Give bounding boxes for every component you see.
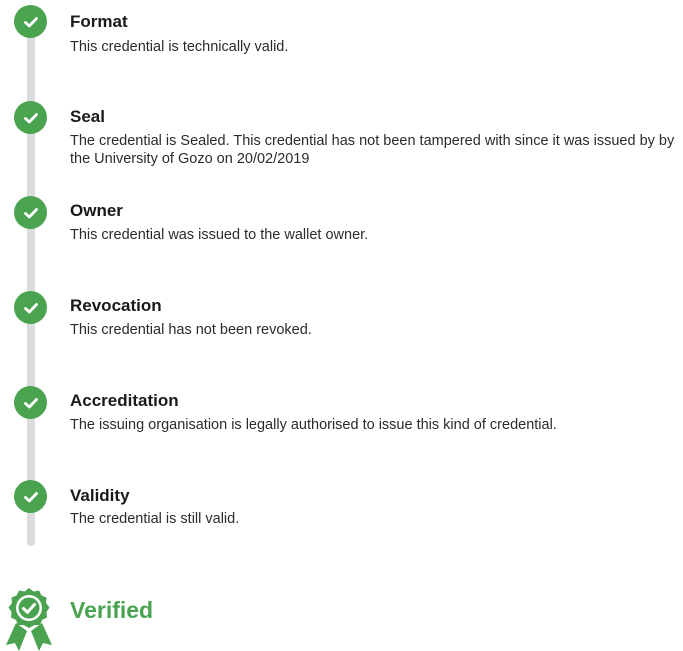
check-title: Owner — [70, 201, 123, 220]
check-description: This credential was issued to the wallet… — [70, 227, 369, 243]
check-circle-icon — [14, 291, 47, 324]
check-description: This credential has not been revoked. — [70, 322, 312, 338]
check-title: Seal — [70, 107, 105, 126]
check-description: The credential is Sealed. This credentia… — [70, 133, 675, 167]
check-circle-icon — [14, 480, 47, 513]
award-badge-check-icon — [0, 585, 58, 651]
check-title: Revocation — [70, 296, 162, 315]
check-circle-icon — [14, 5, 47, 38]
timeline-track — [27, 18, 35, 546]
check-circle-icon — [14, 101, 47, 134]
check-circle-icon — [14, 196, 47, 229]
check-description: The credential is still valid. — [70, 511, 240, 527]
check-description: This credential is technically valid. — [70, 39, 289, 55]
verification-checks: Format This credential is technically va… — [0, 0, 683, 560]
check-title: Accreditation — [70, 391, 179, 410]
check-title: Format — [70, 12, 128, 31]
check-description: The issuing organisation is legally auth… — [70, 417, 557, 433]
check-circle-icon — [14, 386, 47, 419]
check-title: Validity — [70, 486, 130, 505]
verified-label: Verified — [70, 597, 154, 623]
verification-result: Verified — [0, 585, 683, 651]
